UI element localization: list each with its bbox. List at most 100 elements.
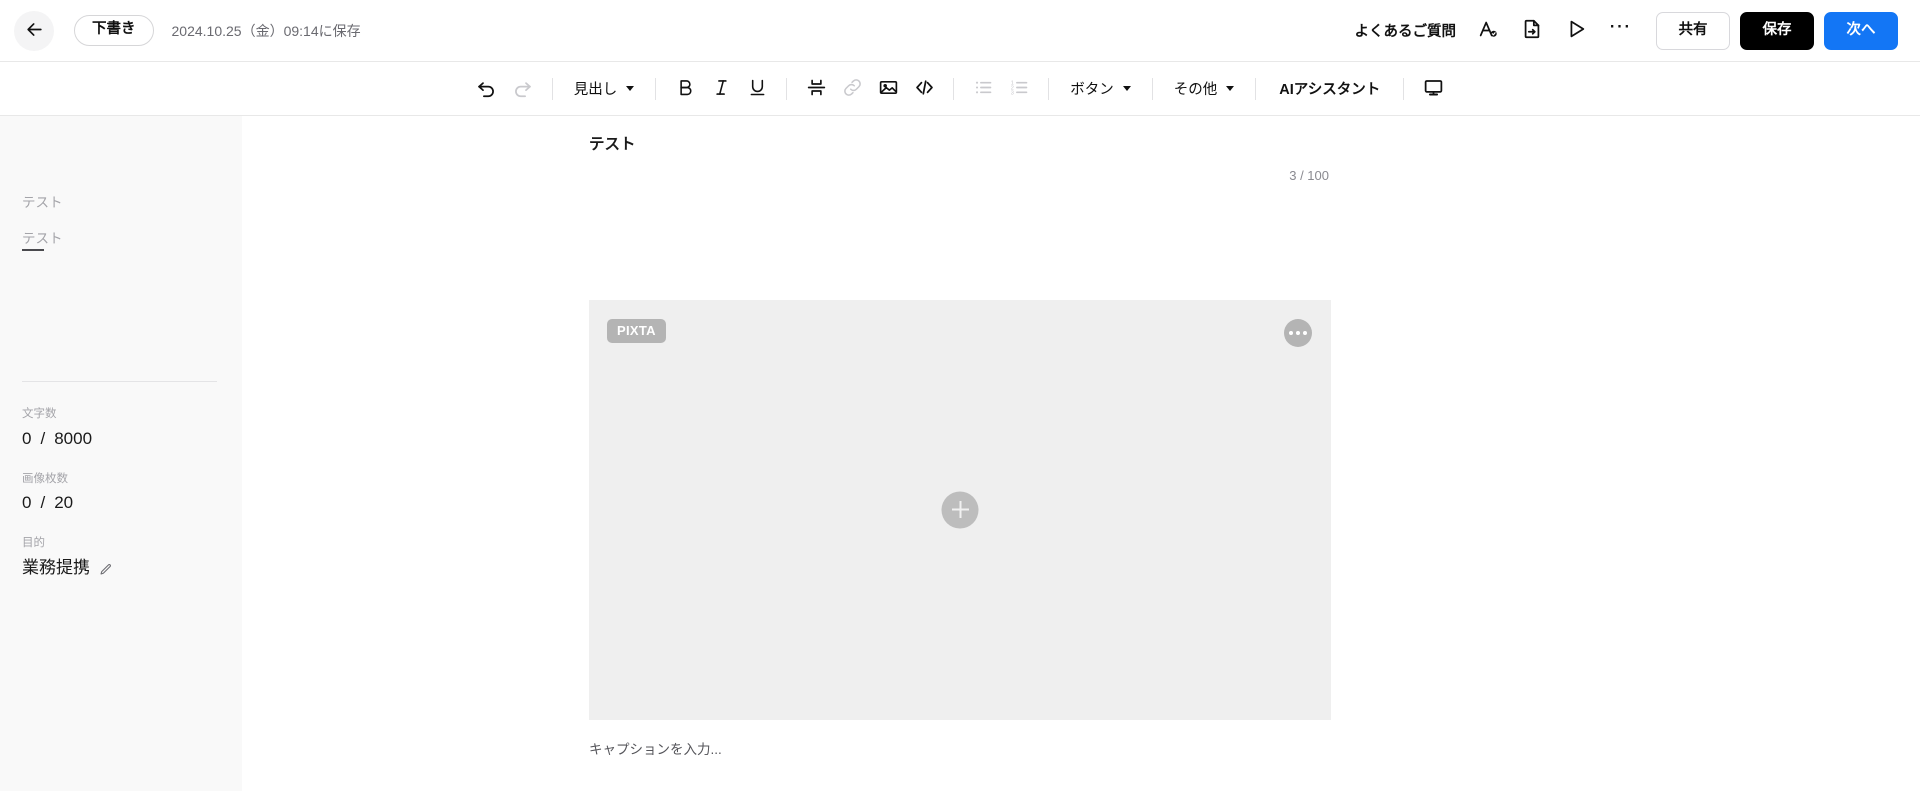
bullet-list-icon — [973, 77, 994, 101]
outline-list: テスト テスト — [22, 140, 217, 271]
faq-link[interactable]: よくあるご質問 — [1345, 14, 1467, 47]
image-count-value: 0 / 20 — [22, 493, 217, 513]
undo-icon — [476, 77, 497, 101]
underline-button[interactable] — [739, 71, 775, 107]
toolbar-divider — [1255, 77, 1257, 100]
chevron-down-icon — [1122, 86, 1131, 91]
toolbar-list-group: 1 2 3 — [965, 71, 1037, 107]
file-export-icon — [1521, 18, 1543, 43]
chevron-down-icon — [626, 86, 635, 91]
spellcheck-icon — [1477, 18, 1499, 43]
purpose-value: 業務提携 — [22, 557, 90, 577]
italic-icon — [711, 77, 732, 101]
back-button[interactable] — [14, 10, 54, 51]
purpose-block: 目的 業務提携 — [22, 537, 217, 578]
link-icon — [842, 77, 863, 101]
toolbar-divider — [1048, 77, 1050, 100]
monitor-preview-button[interactable] — [1415, 71, 1451, 107]
image-caption-input[interactable]: キャプションを入力... — [589, 738, 1331, 758]
sidebar: テスト テスト 文字数 0 / 8000 画像枚数 0 / 20 目的 業務提携 — [0, 116, 242, 791]
underline-icon — [747, 77, 768, 101]
header-actions: よくあるご質問 ⋯ 共有 保存 次へ — [1345, 11, 1898, 51]
redo-button[interactable] — [505, 71, 541, 107]
horizontal-rule-button[interactable] — [798, 71, 834, 107]
undo-button[interactable] — [469, 71, 505, 107]
image-more-options-button[interactable] — [1284, 318, 1312, 347]
app-body: テスト テスト 文字数 0 / 8000 画像枚数 0 / 20 目的 業務提携… — [0, 116, 1920, 791]
pencil-edit-icon[interactable] — [99, 561, 112, 575]
share-button[interactable]: 共有 — [1656, 11, 1730, 50]
sidebar-bottom-pad — [22, 601, 217, 791]
more-options-button[interactable]: ⋯ — [1598, 11, 1642, 51]
char-count-current: 0 — [22, 429, 32, 449]
heading-dropdown[interactable]: 見出し — [564, 71, 645, 107]
link-button[interactable] — [834, 71, 870, 107]
outline-item[interactable]: テスト — [22, 195, 217, 211]
button-insert-dropdown[interactable]: ボタン — [1060, 71, 1141, 107]
heading-dropdown-label: 見出し — [573, 82, 618, 98]
editor-app: 下書き 2024.10.25（金）09:14に保存 よくあるご質問 ⋯ 共有 保… — [0, 0, 1920, 791]
ordered-list-button[interactable]: 1 2 3 — [1001, 71, 1037, 107]
toolbar-divider — [953, 77, 955, 100]
add-image-button[interactable] — [941, 491, 979, 529]
other-dropdown[interactable]: その他 — [1164, 71, 1245, 107]
next-button[interactable]: 次へ — [1824, 11, 1898, 50]
export-button[interactable] — [1510, 11, 1554, 51]
toolbar-divider — [655, 77, 657, 100]
image-placeholder-block[interactable]: PIXTA — [589, 299, 1331, 720]
chevron-down-icon — [1226, 86, 1235, 91]
bullet-list-button[interactable] — [965, 71, 1001, 107]
outline-item-label: テスト — [22, 231, 63, 247]
document: テスト 3 / 100 PIXTA キャプションを入力... — [589, 116, 1331, 758]
toolbar-insert-group — [798, 71, 942, 107]
italic-button[interactable] — [703, 71, 739, 107]
outline-item[interactable]: テスト — [22, 231, 217, 252]
toolbar-history-group — [469, 71, 541, 107]
char-count-label: 文字数 — [22, 408, 57, 421]
char-count-separator: / — [40, 429, 46, 449]
redo-icon — [512, 77, 533, 101]
sidebar-divider — [22, 381, 217, 383]
toolbar-divider — [1151, 77, 1153, 100]
last-saved-text: 2024.10.25（金）09:14に保存 — [171, 22, 361, 39]
save-button[interactable]: 保存 — [1740, 11, 1814, 50]
insert-image-button[interactable] — [870, 71, 906, 107]
other-dropdown-label: その他 — [1173, 82, 1218, 98]
play-preview-icon — [1565, 18, 1587, 43]
toolbar-format-group — [667, 71, 775, 107]
toolbar-divider — [551, 77, 553, 100]
document-canvas: テスト 3 / 100 PIXTA キャプションを入力... — [242, 116, 1920, 791]
toolbar-divider — [786, 77, 788, 100]
toolbar-divider — [1403, 77, 1405, 100]
image-count-max: 20 — [54, 493, 74, 513]
svg-text:3: 3 — [1011, 90, 1014, 96]
purpose-label: 目的 — [22, 536, 45, 549]
ordered-list-icon: 1 2 3 — [1009, 77, 1030, 101]
document-title-input[interactable]: テスト — [589, 134, 1331, 156]
bold-icon — [675, 77, 696, 101]
editor-toolbar: 見出し 1 2 3 ボタン その他 AIアシスタント — [0, 62, 1920, 116]
code-button[interactable] — [906, 71, 942, 107]
image-count-current: 0 — [22, 493, 32, 513]
more-horizontal-icon — [1289, 330, 1307, 335]
bold-button[interactable] — [667, 71, 703, 107]
more-horizontal-icon: ⋯ — [1608, 13, 1632, 39]
app-header: 下書き 2024.10.25（金）09:14に保存 よくあるご質問 ⋯ 共有 保… — [0, 0, 1920, 62]
ai-assistant-button[interactable]: AIアシスタント — [1267, 71, 1392, 107]
status-badge[interactable]: 下書き — [74, 15, 154, 46]
pixta-badge[interactable]: PIXTA — [607, 318, 666, 343]
char-count-block: 文字数 0 / 8000 — [22, 408, 217, 449]
title-character-counter: 3 / 100 — [1289, 167, 1329, 183]
code-icon — [914, 77, 935, 101]
image-icon — [878, 77, 899, 101]
purpose-value-row: 業務提携 — [22, 558, 217, 578]
monitor-preview-icon — [1423, 77, 1444, 101]
outline-active-indicator — [22, 249, 44, 252]
spellcheck-button[interactable] — [1466, 11, 1510, 51]
image-count-block: 画像枚数 0 / 20 — [22, 473, 217, 514]
preview-button[interactable] — [1554, 11, 1598, 51]
horizontal-rule-icon — [806, 77, 827, 101]
char-count-max: 8000 — [54, 429, 93, 449]
arrow-left-icon — [25, 20, 44, 42]
